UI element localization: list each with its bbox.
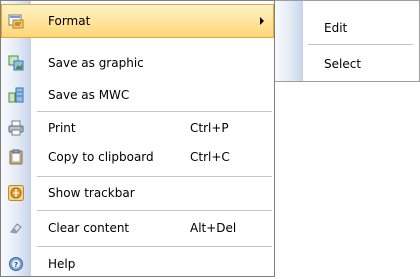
shortcut-label: Alt+Del — [190, 221, 237, 235]
submenu-item-edit[interactable]: Edit — [275, 11, 419, 45]
screen: Format Save as graphic Save as MWC Print… — [0, 0, 420, 279]
clear-icon — [8, 220, 24, 236]
trackbar-icon — [8, 185, 24, 201]
shortcut-label: Ctrl+P — [190, 121, 229, 135]
menu-separator — [37, 111, 272, 112]
shortcut-label: Ctrl+C — [190, 150, 230, 164]
menu-item-print[interactable]: Print Ctrl+P — [1, 113, 274, 143]
menu-item-label: Print — [48, 121, 76, 135]
submenu-item-label: Select — [324, 57, 362, 71]
menu-item-save-as-mwc[interactable]: Save as MWC — [1, 80, 274, 110]
printer-icon — [8, 120, 24, 136]
menu-item-label: Help — [48, 257, 76, 271]
menu-separator — [37, 246, 272, 247]
menu-separator — [37, 210, 272, 211]
submenu-separator — [308, 44, 413, 45]
menu-item-save-as-graphic[interactable]: Save as graphic — [1, 46, 274, 80]
menu-separator — [37, 176, 272, 177]
menu-item-label: Show trackbar — [48, 186, 135, 200]
menu-item-label: Format — [48, 14, 91, 28]
menu-item-help[interactable]: ? Help — [1, 250, 274, 278]
clipboard-icon — [8, 149, 24, 165]
menu-item-clear-content[interactable]: Clear content Alt+Del — [1, 212, 274, 244]
help-icon: ? — [8, 256, 24, 272]
submenu-item-label: Edit — [324, 21, 348, 35]
save-mwc-icon — [8, 87, 24, 103]
save-graphic-icon — [8, 55, 24, 71]
menu-item-label: Clear content — [48, 221, 130, 235]
menu-item-label: Copy to clipboard — [48, 150, 154, 164]
format-icon — [8, 13, 24, 29]
context-menu: Format Save as graphic Save as MWC Print… — [0, 0, 275, 277]
menu-item-show-trackbar[interactable]: Show trackbar — [1, 178, 274, 208]
menu-item-format[interactable]: Format — [1, 4, 274, 38]
menu-item-copy-to-clipboard[interactable]: Copy to clipboard Ctrl+C — [1, 143, 274, 171]
menu-item-label: Save as MWC — [48, 88, 130, 102]
menu-item-label: Save as graphic — [48, 56, 144, 70]
format-submenu: Edit Select — [275, 0, 420, 82]
submenu-item-select[interactable]: Select — [275, 47, 419, 81]
svg-text:?: ? — [14, 261, 18, 269]
submenu-arrow-icon — [260, 17, 264, 25]
